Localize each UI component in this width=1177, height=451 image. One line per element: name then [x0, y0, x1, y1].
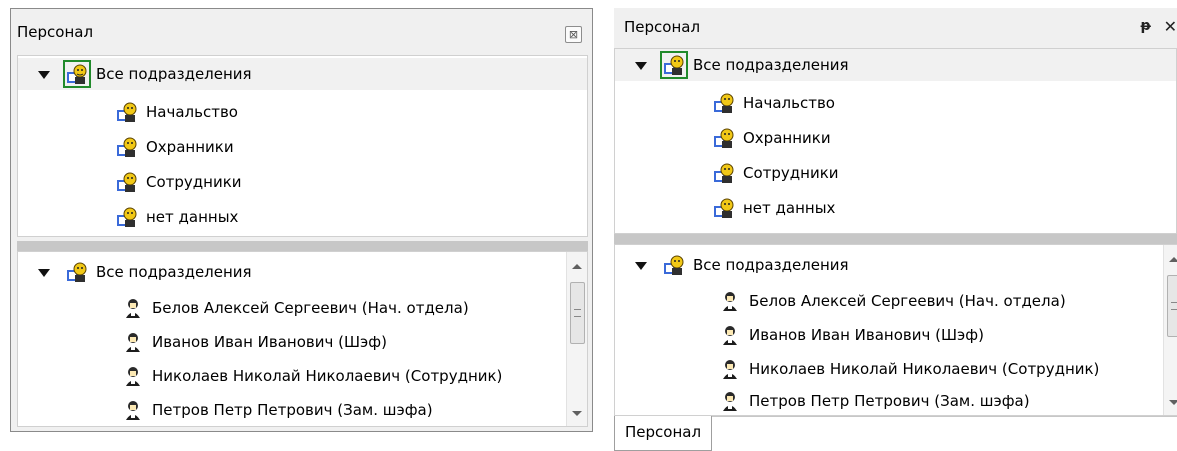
scroll-down-icon[interactable]	[572, 411, 582, 416]
person-label: Николаев Николай Николаевич (Сотрудник)	[152, 367, 503, 385]
pin-icon[interactable]: ᵽ	[1141, 18, 1151, 34]
tree-root-departments[interactable]: Все подразделения	[615, 49, 1176, 81]
person-icon	[122, 399, 144, 421]
person-icon	[719, 290, 741, 312]
person-label: Иванов Иван Иванович (Шэф)	[152, 333, 387, 351]
scroll-up-icon[interactable]	[572, 264, 582, 269]
person-icon	[122, 331, 144, 353]
department-group-icon	[660, 51, 688, 79]
person-icon	[122, 297, 144, 319]
people-tree[interactable]: Все подразделения Белов Алексей Сергееви…	[17, 251, 588, 427]
panel-titlebar: Персонал ⊠	[11, 9, 592, 49]
vertical-scrollbar[interactable]	[1163, 245, 1177, 415]
person-item[interactable]: Петров Петр Петрович (Зам. шэфа)	[719, 385, 1030, 417]
tree-item-label: Начальство	[146, 103, 238, 121]
person-label: Петров Петр Петрович (Зам. шэфа)	[152, 401, 433, 419]
close-button[interactable]: ⊠	[565, 26, 582, 43]
tree-item[interactable]: Охранники	[116, 131, 234, 163]
expand-arrow-icon[interactable]	[635, 59, 647, 71]
department-icon	[116, 136, 138, 158]
scroll-thumb[interactable]	[1167, 275, 1177, 337]
tree-item[interactable]: нет данных	[116, 201, 238, 233]
tree-item-label: нет данных	[146, 208, 239, 226]
department-icon	[713, 197, 735, 219]
splitter[interactable]	[614, 234, 1177, 244]
person-item[interactable]: Николаев Николай Николаевич (Сотрудник)	[719, 353, 1099, 385]
person-item[interactable]: Иванов Иван Иванович (Шэф)	[719, 319, 984, 351]
department-icon	[713, 92, 735, 114]
grip-icon	[1171, 302, 1177, 310]
tree-item-label: нет данных	[743, 199, 836, 217]
department-icon	[713, 127, 735, 149]
tree-root-departments[interactable]: Все подразделения	[18, 58, 587, 90]
departments-tree[interactable]: Все подразделения Начальство Охранники С…	[614, 48, 1177, 234]
person-item[interactable]: Иванов Иван Иванович (Шэф)	[122, 326, 387, 358]
department-icon	[116, 171, 138, 193]
personnel-panel-right: Персонал ᵽ ✕ Все подразделения Начальств…	[614, 8, 1177, 451]
person-label: Белов Алексей Сергеевич (Нач. отдела)	[152, 299, 469, 317]
tree-item[interactable]: Начальство	[713, 87, 835, 119]
tree-item-label: Сотрудники	[743, 164, 839, 182]
panel-title: Персонал	[624, 18, 701, 36]
tree-item[interactable]: Сотрудники	[713, 157, 839, 189]
tree-root-label: Все подразделения	[96, 263, 252, 281]
tree-root-label: Все подразделения	[96, 65, 252, 83]
tree-item[interactable]: нет данных	[713, 192, 835, 224]
tree-item-label: Сотрудники	[146, 173, 242, 191]
department-icon	[116, 101, 138, 123]
person-item[interactable]: Белов Алексей Сергеевич (Нач. отдела)	[122, 292, 469, 324]
person-item[interactable]: Николаев Николай Николаевич (Сотрудник)	[122, 360, 502, 392]
person-icon	[122, 365, 144, 387]
tree-root-label: Все подразделения	[693, 256, 849, 274]
person-icon	[719, 324, 741, 346]
personnel-panel-left: Персонал ⊠ Все подразделения Начальство …	[10, 8, 593, 432]
person-icon	[719, 390, 741, 412]
person-label: Николаев Николай Николаевич (Сотрудник)	[749, 360, 1100, 378]
tree-item[interactable]: Начальство	[116, 96, 238, 128]
person-item[interactable]: Петров Петр Петрович (Зам. шэфа)	[122, 394, 433, 426]
tab-personnel[interactable]: Персонал	[614, 416, 713, 451]
vertical-scrollbar[interactable]	[566, 252, 587, 426]
department-group-icon	[66, 261, 88, 283]
scroll-thumb[interactable]	[570, 282, 585, 344]
close-icon[interactable]: ✕	[1164, 17, 1177, 36]
tree-item-label: Охранники	[146, 138, 234, 156]
close-icon: ⊠	[568, 28, 579, 41]
expand-arrow-icon[interactable]	[38, 266, 50, 278]
person-label: Иванов Иван Иванович (Шэф)	[749, 326, 984, 344]
departments-tree[interactable]: Все подразделения Начальство Охранники С…	[17, 55, 588, 237]
people-tree[interactable]: Все подразделения Белов Алексей Сергееви…	[614, 244, 1177, 416]
scroll-down-icon[interactable]	[1169, 400, 1177, 405]
splitter[interactable]	[17, 241, 588, 251]
scroll-up-icon[interactable]	[1169, 257, 1177, 262]
person-item[interactable]: Белов Алексей Сергеевич (Нач. отдела)	[719, 285, 1066, 317]
tree-root-label: Все подразделения	[693, 56, 849, 74]
person-icon	[719, 358, 741, 380]
tree-root-departments[interactable]: Все подразделения	[615, 249, 1176, 281]
department-icon	[116, 206, 138, 228]
department-group-icon	[663, 254, 685, 276]
person-label: Белов Алексей Сергеевич (Нач. отдела)	[749, 292, 1066, 310]
expand-arrow-icon[interactable]	[38, 68, 50, 80]
panel-title: Персонал	[17, 23, 94, 41]
tree-item-label: Начальство	[743, 94, 835, 112]
grip-icon	[574, 309, 581, 317]
tree-item[interactable]: Сотрудники	[116, 166, 242, 198]
tree-item[interactable]: Охранники	[713, 122, 831, 154]
panel-titlebar: Персонал ᵽ ✕	[614, 8, 1177, 48]
tree-root-departments[interactable]: Все подразделения	[18, 256, 587, 288]
person-label: Петров Петр Петрович (Зам. шэфа)	[749, 392, 1030, 410]
tree-item-label: Охранники	[743, 129, 831, 147]
department-icon	[713, 162, 735, 184]
department-group-icon	[63, 60, 91, 88]
tab-bar: Персонал	[614, 416, 1177, 451]
expand-arrow-icon[interactable]	[635, 259, 647, 271]
